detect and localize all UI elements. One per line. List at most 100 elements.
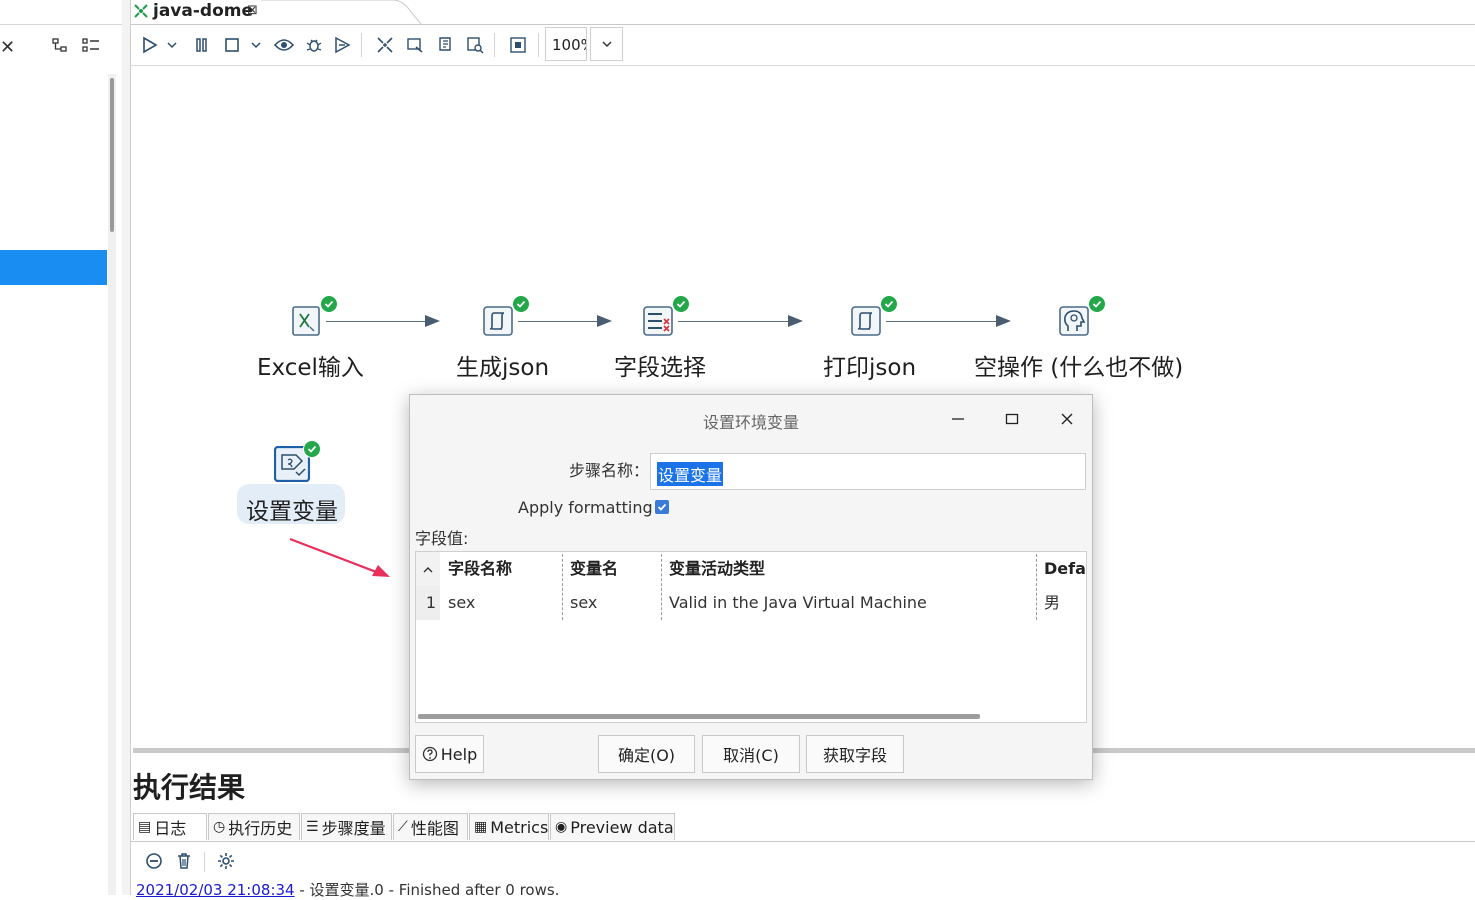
- step-label-excel-input[interactable]: Excel输入: [257, 348, 364, 382]
- left-panel-scrollbar[interactable]: [108, 74, 116, 895]
- cell-variable-name[interactable]: sex: [570, 586, 597, 620]
- gantt-icon: ▦: [474, 819, 488, 835]
- pause-icon[interactable]: [192, 35, 212, 55]
- dummy-icon: [1059, 306, 1089, 336]
- ok-button[interactable]: 确定(O): [598, 735, 695, 773]
- set-variable-dialog: 设置环境变量 步骤名称： 设置变量 Apply formatting 字段值: …: [409, 394, 1093, 780]
- step-select-values[interactable]: [642, 295, 690, 339]
- run-options-chevron-icon[interactable]: [165, 35, 179, 55]
- fields-label: 字段值:: [415, 529, 469, 548]
- log-timestamp: 2021/02/03 21:08:34: [136, 881, 295, 899]
- results-tab-strip: ▤ 日志 ◷ 执行历史 ☰ 步骤度量 ⟋ 性能图 ▦ Metrics ◉ Preview d…: [131, 811, 1475, 842]
- annotation-arrow-icon: [289, 537, 390, 577]
- tab-outline: [261, 0, 421, 25]
- step-label-dummy[interactable]: 空操作 (什么也不做): [974, 348, 1183, 382]
- toolbar-separator: [204, 852, 205, 872]
- cell-variable-scope[interactable]: Valid in the Java Virtual Machine: [669, 586, 927, 620]
- stop-icon[interactable]: [222, 35, 242, 55]
- table-horizontal-scrollbar[interactable]: [418, 714, 980, 719]
- tab-history[interactable]: ◷ 执行历史: [208, 813, 300, 840]
- results-title: 执行结果: [133, 771, 246, 804]
- success-check-icon: [320, 295, 338, 313]
- verify-icon[interactable]: [375, 35, 395, 55]
- gear-icon[interactable]: [217, 852, 235, 874]
- left-panel-toolbar: ✕: [0, 24, 122, 69]
- step-label-print-json[interactable]: 打印json: [823, 348, 916, 382]
- preview-eye-icon[interactable]: [274, 35, 294, 55]
- step-name-label: 步骤名称：: [569, 461, 650, 480]
- cancel-button[interactable]: 取消(C): [702, 735, 800, 773]
- tab-log[interactable]: ▤ 日志: [133, 813, 207, 840]
- close-icon[interactable]: [1053, 405, 1081, 433]
- help-button[interactable]: Help: [415, 735, 484, 773]
- tab-metrics[interactable]: ▦ Metrics: [469, 813, 549, 840]
- success-check-icon: [880, 295, 898, 313]
- panel-divider[interactable]: [122, 0, 131, 895]
- tab-step-metrics[interactable]: ☰ 步骤度量: [301, 813, 392, 840]
- stop-options-chevron-icon[interactable]: [249, 35, 263, 55]
- column-header-default[interactable]: Defau: [1044, 552, 1086, 586]
- left-panel: ✕: [0, 0, 123, 895]
- column-header-field-name[interactable]: 字段名称: [448, 552, 512, 586]
- clear-log-icon[interactable]: [145, 852, 163, 874]
- excel-input-icon: [292, 306, 320, 336]
- cell-field-name[interactable]: sex: [448, 586, 475, 620]
- step-name-input[interactable]: 设置变量: [650, 453, 1086, 490]
- step-label-generate-json[interactable]: 生成json: [456, 348, 549, 382]
- tab-performance-chart[interactable]: ⟋ 性能图: [393, 813, 468, 840]
- hop-arrow-icon: [597, 315, 612, 327]
- eye-icon: ◉: [555, 819, 568, 835]
- transformation-icon: [133, 3, 149, 23]
- sort-chevron-up-icon[interactable]: [416, 552, 440, 586]
- help-icon: [422, 746, 437, 762]
- step-dummy[interactable]: [1058, 295, 1106, 339]
- close-icon[interactable]: ✕: [0, 37, 15, 58]
- replay-icon[interactable]: [333, 35, 353, 55]
- debug-bug-icon[interactable]: [304, 35, 324, 55]
- hop-line[interactable]: [678, 321, 788, 322]
- log-line: 2021/02/03 21:08:34 - 设置变量.0 - Finished …: [136, 879, 559, 900]
- step-set-variable[interactable]: [274, 440, 321, 482]
- maximize-icon[interactable]: [998, 405, 1026, 433]
- script-icon: [851, 306, 881, 336]
- success-check-icon: [303, 440, 321, 458]
- select-values-icon: [643, 306, 673, 336]
- step-excel-input[interactable]: [290, 295, 338, 339]
- cell-default-value[interactable]: 男: [1044, 586, 1060, 620]
- sql-script-icon[interactable]: [435, 35, 455, 55]
- hop-arrow-icon: [996, 315, 1011, 327]
- success-check-icon: [1088, 295, 1106, 313]
- hop-arrow-icon: [788, 315, 803, 327]
- tab-preview-data[interactable]: ◉ Preview data: [550, 813, 675, 840]
- left-tree-selected-item[interactable]: [0, 250, 107, 285]
- row-number: 1: [416, 586, 440, 620]
- get-fields-button[interactable]: 获取字段: [806, 735, 904, 773]
- tab-close-icon[interactable]: ⊠: [247, 3, 258, 18]
- apply-formatting-checkbox[interactable]: [655, 500, 669, 514]
- zoom-level-input[interactable]: 100%: [545, 27, 587, 61]
- explore-db-icon[interactable]: [465, 35, 485, 55]
- step-print-json[interactable]: [850, 295, 898, 339]
- column-header-variable-scope[interactable]: 变量活动类型: [669, 552, 765, 586]
- column-header-variable-name[interactable]: 变量名: [570, 552, 618, 586]
- step-label-select-values[interactable]: 字段选择: [614, 348, 706, 382]
- hop-line[interactable]: [326, 321, 426, 322]
- minimize-icon[interactable]: [944, 405, 972, 433]
- zoom-fit-icon[interactable]: [508, 35, 528, 55]
- hop-line[interactable]: [886, 321, 996, 322]
- trash-icon[interactable]: [176, 852, 192, 874]
- history-icon: ◷: [213, 819, 226, 835]
- zoom-dropdown-chevron-icon[interactable]: [590, 27, 623, 61]
- collapse-tree-icon[interactable]: [52, 37, 68, 57]
- success-check-icon: [672, 295, 690, 313]
- tab-java-dome[interactable]: java-dome ⊠: [131, 0, 281, 24]
- log-message: - 设置变量.0 - Finished after 0 rows.: [294, 881, 560, 899]
- step-generate-json[interactable]: [482, 295, 530, 339]
- editor-tab-strip: java-dome ⊠: [131, 0, 1475, 25]
- step-label-set-variable[interactable]: 设置变量: [246, 492, 338, 526]
- run-icon[interactable]: [140, 35, 160, 55]
- editor-toolbar: 100%: [131, 25, 1475, 66]
- expand-tree-icon[interactable]: [82, 37, 100, 57]
- hop-line[interactable]: [518, 321, 598, 322]
- impact-analysis-icon[interactable]: [405, 35, 425, 55]
